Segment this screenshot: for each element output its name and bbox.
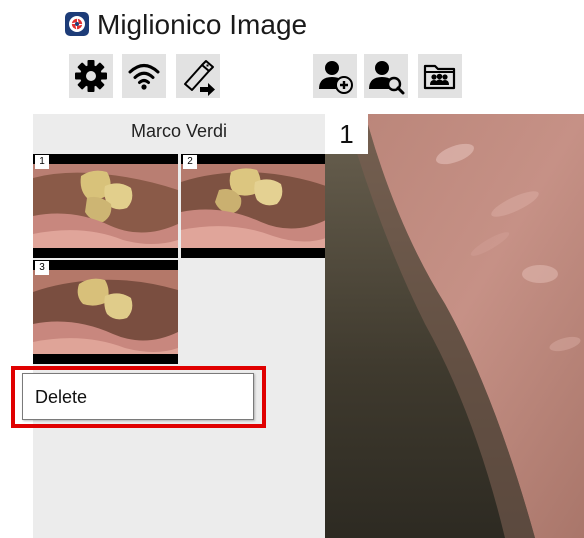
usb-export-button[interactable] [176, 54, 220, 98]
dental-photo [33, 164, 178, 248]
wifi-icon [128, 64, 160, 90]
usb-export-icon [184, 60, 215, 96]
viewer-image-number: 1 [325, 114, 368, 154]
patient-folder-icon [423, 64, 456, 90]
settings-button[interactable] [69, 54, 113, 98]
patient-folder-button[interactable] [418, 54, 462, 98]
viewer-photo [325, 114, 584, 538]
dental-photo [181, 164, 326, 248]
gear-icon [75, 60, 107, 92]
patient-name: Marco Verdi [130, 121, 228, 141]
app-logo-icon [65, 12, 89, 36]
thumbnail-1[interactable]: 1 [33, 154, 178, 258]
thumbnail-3[interactable]: 3 [33, 260, 178, 364]
add-patient-icon [319, 61, 353, 94]
search-patient-button[interactable] [364, 54, 408, 98]
search-patient-icon [369, 61, 405, 95]
image-viewer[interactable] [325, 114, 584, 538]
thumbnail-number: 3 [35, 261, 49, 275]
context-menu: Delete [22, 373, 254, 420]
add-patient-button[interactable] [313, 54, 357, 98]
thumbnail-number: 1 [35, 155, 49, 169]
app-title: Miglionico Image [97, 9, 308, 40]
delete-menu-item[interactable]: Delete [35, 386, 87, 408]
wireless-button[interactable] [122, 54, 166, 98]
thumbnail-number: 2 [183, 155, 197, 169]
thumbnail-2[interactable]: 2 [181, 154, 326, 258]
dental-photo [33, 270, 178, 354]
